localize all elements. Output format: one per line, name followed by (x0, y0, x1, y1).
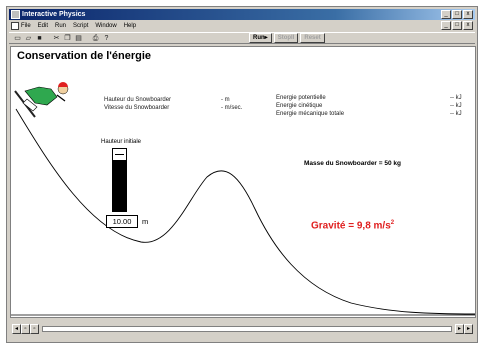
tape-step-icon[interactable]: ▫ (30, 324, 39, 334)
potential-energy-value: -- kJ (450, 95, 462, 101)
snowboarder-height-value: - m (221, 97, 230, 103)
mass-label: Masse du Snowboarder = 50 kg (304, 160, 401, 167)
help-icon[interactable]: ? (102, 34, 111, 43)
initial-height-input[interactable]: 10.00 (106, 215, 138, 228)
copy-icon[interactable]: ❐ (63, 34, 72, 43)
cut-icon[interactable]: ✂ (52, 34, 61, 43)
tape-start-icon[interactable]: ◂ (12, 324, 21, 334)
gravity-text: Gravité = 9,8 m/s (311, 220, 391, 232)
snowboarder-figure[interactable] (14, 82, 69, 118)
doc-minimize-button[interactable]: _ (441, 21, 451, 30)
gravity-label: Gravité = 9,8 m/s2 (311, 220, 394, 231)
app-window: Interactive Physics _ □ x File Edit Run … (6, 6, 478, 343)
snowboarder-height-label: Hauteur du Snowboarder (104, 97, 172, 103)
snowboarder-speed-label: Vitesse du Snowboarder (104, 105, 170, 111)
snowboarder-speed-value: - m/sec. (221, 105, 243, 111)
kinetic-energy-label: Energie cinétique (276, 103, 323, 109)
initial-height-slider[interactable] (112, 148, 127, 212)
menu-window[interactable]: Window (95, 23, 116, 29)
close-button[interactable]: x (463, 10, 473, 19)
tape-frame-icon[interactable]: ▫ (21, 324, 30, 334)
stop-button[interactable]: StopII (273, 33, 299, 43)
menu-script[interactable]: Script (73, 23, 88, 29)
save-icon[interactable]: ■ (35, 34, 44, 43)
potential-energy-label: Energie potentielle (276, 95, 326, 101)
tape-player: ◂ ▫ ▫ ▸ ▸ (10, 319, 476, 341)
gravity-exponent: 2 (390, 220, 395, 226)
slider-handle[interactable] (113, 149, 126, 161)
slope-line (15, 108, 475, 315)
new-doc-icon[interactable]: ▭ (13, 34, 22, 43)
print-icon[interactable]: ⎙ (91, 34, 100, 43)
tape-track[interactable] (42, 326, 452, 332)
run-button[interactable]: Run▸ (249, 33, 272, 43)
menu-edit[interactable]: Edit (38, 23, 48, 29)
maximize-button[interactable]: □ (452, 10, 462, 19)
total-energy-label: Energie mécanique totale (276, 111, 345, 117)
menu-file[interactable]: File (21, 23, 31, 29)
doc-maximize-button[interactable]: □ (452, 21, 462, 30)
initial-height-label: Hauteur initiale (101, 139, 142, 145)
doc-close-button[interactable]: x (463, 21, 473, 30)
page-title: Conservation de l'énergie (17, 50, 152, 62)
title-bar[interactable]: Interactive Physics _ □ x (9, 9, 475, 20)
window-title: Interactive Physics (22, 11, 86, 18)
paste-icon[interactable]: ▤ (74, 34, 83, 43)
menu-run[interactable]: Run (55, 23, 66, 29)
simulation-canvas[interactable]: Conservation de l'énergie Hauteur du Sno… (10, 46, 476, 318)
total-energy-value: -- kJ (450, 111, 462, 117)
terrain-drawing (11, 82, 475, 316)
minimize-button[interactable]: _ (441, 10, 451, 19)
document-icon[interactable] (11, 22, 19, 30)
toolbar: ▭ ▱ ■ ✂ ❐ ▤ ⎙ ? Run▸ StopII Reset (9, 32, 475, 44)
open-icon[interactable]: ▱ (24, 34, 33, 43)
tape-scroll-right-icon[interactable]: ▸ (464, 324, 473, 334)
kinetic-energy-value: -- kJ (450, 103, 462, 109)
reset-button[interactable]: Reset (300, 33, 325, 43)
app-icon (11, 10, 20, 19)
initial-height-unit: m (142, 217, 149, 226)
menu-bar: File Edit Run Script Window Help _ □ x (9, 21, 475, 31)
menu-help[interactable]: Help (124, 23, 136, 29)
tape-end-icon[interactable]: ▸ (455, 324, 464, 334)
